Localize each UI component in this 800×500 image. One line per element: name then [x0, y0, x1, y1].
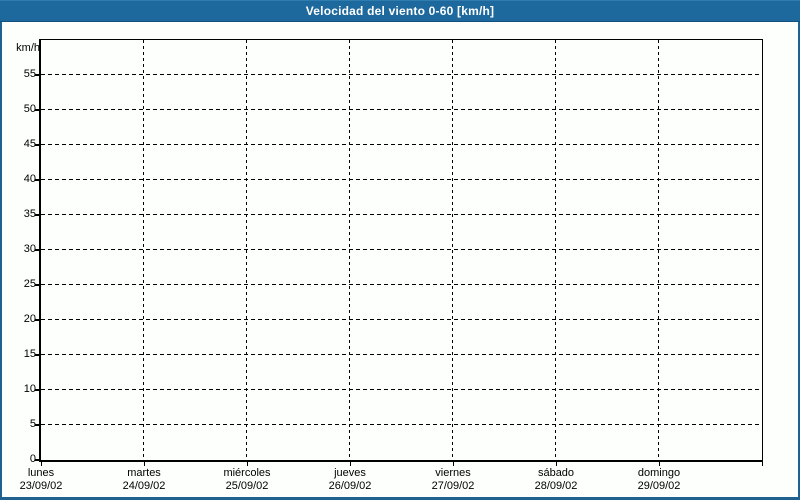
y-tick-mark	[35, 459, 41, 461]
x-day-label: miércoles	[223, 467, 271, 479]
x-day-label: lunes	[27, 467, 55, 479]
y-tick-label: 50	[23, 103, 36, 115]
y-tick-mark	[35, 284, 41, 286]
gridline-horizontal	[41, 214, 762, 215]
y-tick-label: 15	[23, 348, 36, 360]
y-tick-mark	[35, 249, 41, 251]
gridline-vertical	[246, 40, 247, 460]
y-tick-label: 55	[23, 68, 36, 80]
y-tick-mark	[35, 389, 41, 391]
x-axis-label: martes 24/09/02	[92, 467, 196, 493]
y-tick-mark	[35, 179, 41, 181]
y-tick-label: 0	[29, 453, 36, 465]
x-axis-label: lunes 23/09/02	[0, 467, 93, 493]
y-tick-mark	[35, 319, 41, 321]
gridline-horizontal	[41, 354, 762, 355]
gridline-vertical	[452, 40, 453, 460]
x-day-label: jueves	[334, 467, 366, 479]
gridline-horizontal	[41, 249, 762, 250]
x-day-label: sábado	[537, 467, 575, 479]
x-date-label: 28/09/02	[534, 480, 578, 492]
x-date-label: 29/09/02	[637, 480, 681, 492]
x-tick-mark	[659, 462, 660, 466]
y-tick-mark	[35, 109, 41, 111]
x-date-label: 26/09/02	[328, 480, 372, 492]
gridline-vertical	[143, 40, 144, 460]
x-date-label: 23/09/02	[19, 480, 63, 492]
x-tick-mark	[556, 462, 557, 466]
x-day-label: martes	[127, 467, 161, 479]
gridline-horizontal	[41, 144, 762, 145]
x-axis-label: domingo 29/09/02	[607, 467, 711, 493]
x-tick-mark	[762, 462, 763, 466]
x-tick-mark	[41, 462, 42, 466]
x-axis-label: viernes 27/09/02	[401, 467, 505, 493]
gridline-horizontal	[41, 424, 762, 425]
y-tick-label: 45	[23, 138, 36, 150]
chart-title-bar: Velocidad del viento 0-60 [km/h]	[0, 0, 800, 22]
x-tick-mark	[350, 462, 351, 466]
x-tick-mark	[247, 462, 248, 466]
y-tick-mark	[35, 424, 41, 426]
y-tick-mark	[35, 74, 41, 76]
x-day-label: viernes	[435, 467, 471, 479]
x-axis-label: sábado 28/09/02	[504, 467, 608, 493]
gridline-horizontal	[41, 389, 762, 390]
x-date-label: 25/09/02	[225, 480, 269, 492]
gridline-horizontal	[41, 284, 762, 285]
gridline-horizontal	[41, 74, 762, 75]
gridline-vertical	[658, 40, 659, 460]
y-tick-label: 5	[29, 418, 36, 430]
chart-title: Velocidad del viento 0-60 [km/h]	[305, 4, 495, 18]
y-tick-mark	[35, 354, 41, 356]
y-axis-unit-label: km/h	[16, 42, 40, 54]
y-tick-mark	[35, 144, 41, 146]
y-tick-label: 35	[23, 208, 36, 220]
y-tick-label: 20	[23, 313, 36, 325]
plot-area	[39, 39, 763, 462]
x-tick-mark	[453, 462, 454, 466]
y-tick-label: 30	[23, 243, 36, 255]
y-tick-label: 10	[23, 383, 36, 395]
y-tick-label: 25	[23, 278, 36, 290]
x-date-label: 24/09/02	[122, 480, 166, 492]
gridline-horizontal	[41, 319, 762, 320]
chart-window: Velocidad del viento 0-60 [km/h] km/h 0 5…	[0, 0, 800, 500]
x-axis-label: miércoles 25/09/02	[195, 467, 299, 493]
chart-area: km/h 0 5 10 15 20 25 30 35 40 45 50 55 lunes 23/09/02…	[0, 22, 800, 500]
gridline-vertical	[349, 40, 350, 460]
x-tick-mark	[144, 462, 145, 466]
x-date-label: 27/09/02	[431, 480, 475, 492]
y-tick-mark	[35, 214, 41, 216]
gridline-vertical	[555, 40, 556, 460]
x-day-label: domingo	[637, 467, 681, 479]
gridline-horizontal	[41, 109, 762, 110]
gridline-horizontal	[41, 179, 762, 180]
x-axis-label: jueves 26/09/02	[298, 467, 402, 493]
y-tick-label: 40	[23, 173, 36, 185]
